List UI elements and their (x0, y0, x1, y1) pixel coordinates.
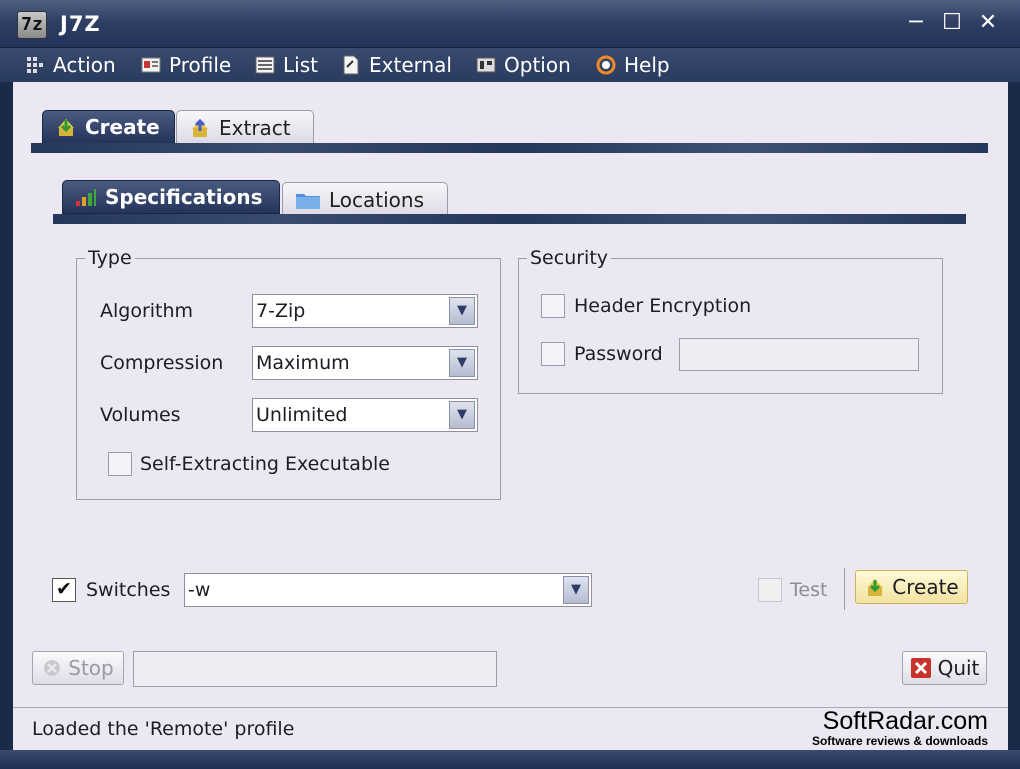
quit-button[interactable]: Quit (902, 651, 987, 685)
subtab-underline (53, 214, 966, 224)
tab-underline (31, 143, 988, 153)
menu-action[interactable]: Action (25, 52, 116, 78)
bottom-frame (0, 750, 1020, 769)
algorithm-value: 7-Zip (256, 300, 306, 322)
volumes-label: Volumes (100, 404, 181, 426)
option-icon (476, 57, 496, 73)
action-icon (27, 57, 43, 73)
chevron-down-icon: ▼ (563, 576, 589, 604)
menu-external[interactable]: External (341, 52, 452, 78)
external-icon (343, 55, 359, 75)
extract-icon (192, 118, 208, 137)
status-bar: Loaded the 'Remote' profile SoftRadar.co… (13, 707, 1008, 750)
title-bar[interactable]: 7z J7Z ─ ☐ ✕ (0, 0, 1020, 48)
algorithm-label: Algorithm (100, 300, 194, 322)
header-encryption-label: Header Encryption (574, 295, 752, 317)
create-icon (867, 579, 884, 596)
client-area: Create Extract Specifications Locations … (13, 82, 1008, 707)
volumes-value: Unlimited (256, 404, 348, 426)
status-text: Loaded the 'Remote' profile (32, 718, 295, 740)
switches-checkbox[interactable] (52, 578, 76, 602)
menu-label: Profile (169, 53, 232, 77)
stop-button[interactable]: Stop (32, 651, 124, 685)
switches-combo[interactable]: -w ▼ (184, 573, 592, 607)
menu-help[interactable]: Help (596, 52, 670, 78)
button-label: Stop (68, 656, 114, 680)
signal-bars-icon (76, 189, 96, 206)
create-button[interactable]: Create (855, 570, 968, 604)
chevron-down-icon: ▼ (449, 297, 475, 325)
create-icon (58, 119, 74, 136)
compression-value: Maximum (256, 352, 350, 374)
sfx-label: Self-Extracting Executable (140, 453, 390, 475)
tab-locations[interactable]: Locations (282, 182, 448, 216)
volumes-select[interactable]: Unlimited ▼ (252, 398, 478, 432)
list-icon (255, 56, 275, 74)
profile-icon (141, 57, 161, 73)
menu-list[interactable]: List (255, 52, 318, 78)
softradar-watermark: SoftRadar.com Software reviews & downloa… (812, 708, 988, 748)
button-label: Quit (937, 656, 980, 680)
test-label: Test (790, 579, 828, 601)
folder-icon (296, 193, 320, 209)
separator (844, 568, 845, 610)
test-checkbox[interactable] (758, 578, 782, 602)
tab-label: Locations (329, 187, 425, 212)
quit-icon (910, 658, 931, 678)
app-icon: 7z (17, 11, 47, 39)
maximize-button[interactable]: ☐ (939, 10, 965, 36)
tab-create[interactable]: Create (42, 110, 175, 144)
menu-option[interactable]: Option (476, 52, 571, 78)
watermark-name: SoftRadar.com (822, 707, 988, 735)
stop-icon (44, 660, 61, 676)
header-encryption-checkbox[interactable] (541, 294, 565, 318)
button-label: Create (892, 575, 959, 599)
compression-label: Compression (100, 352, 224, 374)
menu-profile[interactable]: Profile (141, 52, 231, 78)
algorithm-select[interactable]: 7-Zip ▼ (252, 294, 478, 328)
help-icon (596, 55, 616, 75)
close-icon: ✕ (978, 10, 998, 35)
menu-bar: Action Profile List External Option Help (0, 48, 1020, 82)
tab-specifications[interactable]: Specifications (62, 180, 280, 214)
sfx-checkbox[interactable] (108, 452, 132, 476)
tab-label: Extract (219, 115, 291, 140)
maximize-icon: ☐ (942, 10, 962, 35)
tab-extract[interactable]: Extract (176, 110, 314, 144)
password-checkbox[interactable] (541, 342, 565, 366)
group-title: Type (85, 247, 135, 269)
progress-bar (133, 651, 497, 687)
security-group: Security (518, 247, 943, 394)
window-title: J7Z (60, 12, 101, 36)
chevron-down-icon: ▼ (449, 401, 475, 429)
switches-label: Switches (86, 579, 171, 601)
password-field[interactable] (679, 338, 919, 371)
group-title: Security (527, 247, 612, 269)
chevron-down-icon: ▼ (449, 349, 475, 377)
tab-label: Specifications (105, 185, 263, 209)
compression-select[interactable]: Maximum ▼ (252, 346, 478, 380)
close-button[interactable]: ✕ (975, 10, 1001, 36)
menu-label: External (369, 53, 452, 77)
menu-label: Action (53, 53, 116, 77)
menu-label: Help (624, 53, 670, 77)
app-window: 7z J7Z ─ ☐ ✕ Action Profile List Externa… (0, 0, 1020, 769)
tab-label: Create (85, 115, 160, 139)
minimize-button[interactable]: ─ (903, 10, 929, 36)
menu-label: Option (504, 53, 571, 77)
password-label: Password (574, 343, 663, 365)
minimize-icon: ─ (909, 10, 923, 35)
menu-label: List (283, 53, 318, 77)
watermark-tagline: Software reviews & downloads (811, 734, 988, 748)
switches-value: -w (188, 579, 211, 601)
